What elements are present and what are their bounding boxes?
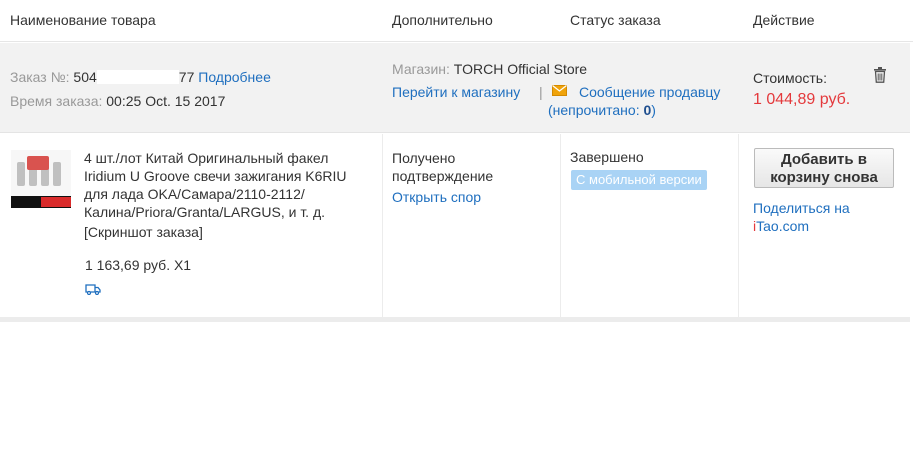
order-summary: Заказ №: 504 77 Подробнее Время заказа: 0…	[0, 43, 910, 133]
order-status: Завершено	[570, 149, 644, 165]
product-thumbnail[interactable]	[11, 150, 71, 208]
truck-icon	[85, 284, 101, 295]
share-on-itao-link[interactable]: Поделиться на iTao.com	[753, 199, 850, 235]
cost-label: Стоимость:	[753, 70, 827, 86]
order-cost: 1 044,89 руб.	[753, 91, 851, 108]
trash-icon[interactable]	[873, 67, 887, 83]
order-time: Время заказа: 00:25 Oct. 15 2017	[10, 93, 226, 109]
redacted-order-digits	[96, 70, 179, 84]
order-number: Заказ №: 504 77 Подробнее	[10, 69, 271, 85]
message-seller-link[interactable]: Сообщение продавцу	[579, 84, 720, 100]
divider	[382, 134, 383, 317]
mobile-version-badge: С мобильной версии	[571, 170, 707, 190]
store-name: TORCH Official Store	[453, 61, 588, 77]
open-dispute-link[interactable]: Открыть спор	[392, 189, 481, 205]
order-details-link[interactable]: Подробнее	[198, 69, 271, 85]
col-product-name: Наименование товара	[10, 12, 156, 28]
col-order-status: Статус заказа	[570, 12, 661, 28]
product-title[interactable]: 4 шт./лот Китай Оригинальный факел Iridi…	[84, 149, 374, 221]
table-bottom-border	[0, 317, 910, 322]
mail-icon[interactable]	[552, 85, 567, 96]
separator: |	[539, 84, 543, 100]
col-action: Действие	[753, 12, 815, 28]
order-snapshot-link[interactable]: [Скриншот заказа]	[84, 224, 203, 240]
table-header: Наименование товара Дополнительно Статус…	[0, 0, 913, 42]
divider	[560, 134, 561, 317]
add-to-cart-again-button[interactable]: Добавить в корзину снова	[754, 148, 894, 188]
unread-messages[interactable]: (непрочитано: 0)	[548, 102, 656, 118]
confirmation-status: Получено подтверждение	[392, 150, 494, 184]
item-price-qty: 1 163,69 руб. X1	[85, 257, 192, 273]
store-info: Магазин: TORCH Official Store	[392, 61, 588, 77]
go-to-store-link[interactable]: Перейти к магазину	[392, 84, 520, 100]
itao-logo: iTao.com	[753, 218, 810, 234]
col-additional: Дополнительно	[392, 12, 493, 28]
divider	[738, 134, 739, 317]
